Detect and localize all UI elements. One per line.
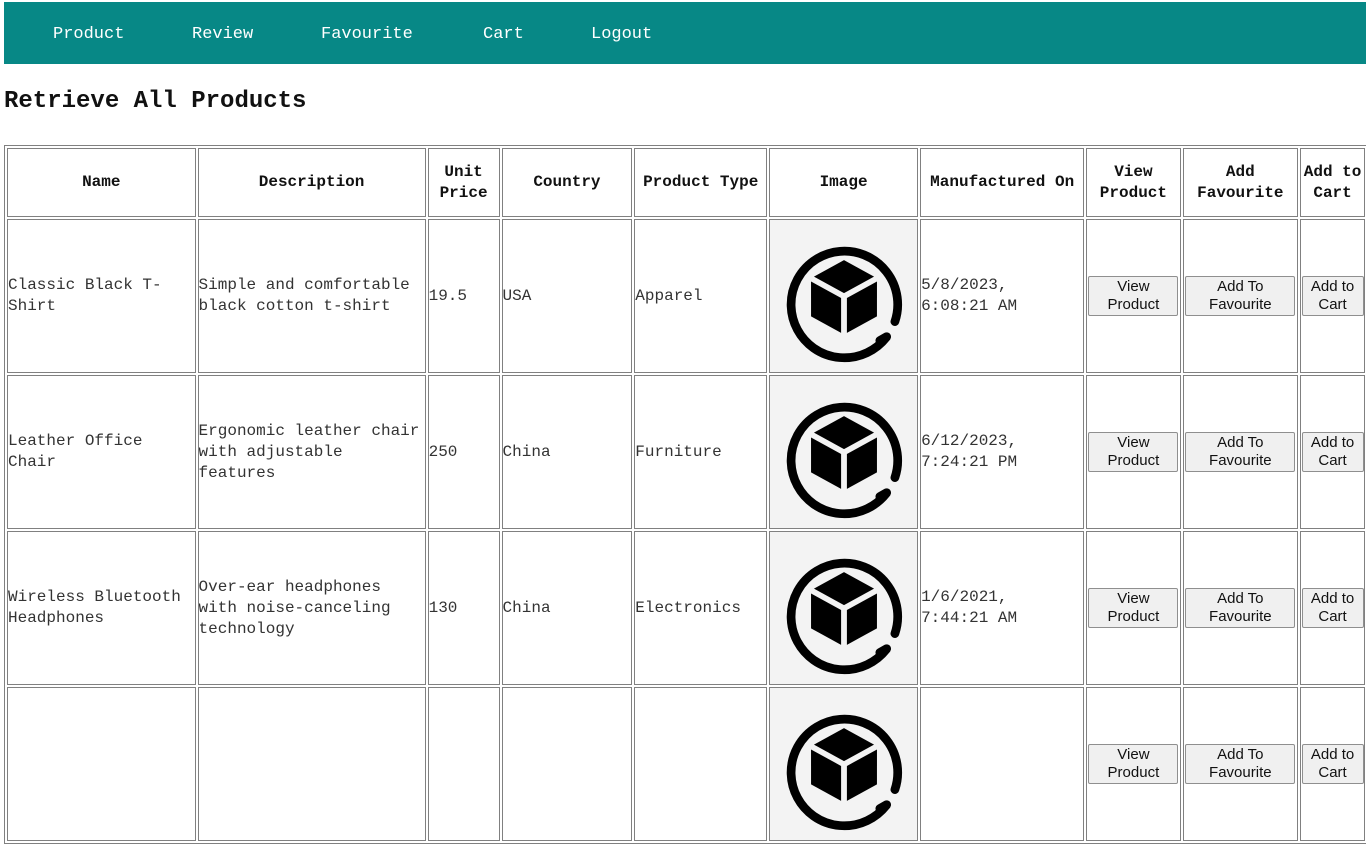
nav-item-favourite[interactable]: Favourite [321, 2, 413, 64]
box-icon [770, 535, 917, 681]
header-manufactured-on: Manufactured On [920, 148, 1085, 217]
cell-country: China [501, 375, 633, 529]
header-add-to-cart: Add to Cart [1300, 148, 1365, 217]
cell-add-favourite: Add To Favourite [1182, 375, 1299, 529]
header-product-type: Product Type [634, 148, 768, 217]
cell-description: Simple and comfortable black cotton t-sh… [197, 219, 426, 373]
cell-add-favourite: Add To Favourite [1182, 687, 1299, 841]
add-to-cart-button[interactable]: Add to Cart [1301, 744, 1364, 784]
cell-manufactured-on: 1/6/2021, 7:44:21 AM [920, 531, 1085, 685]
header-add-favourite: Add Favourite [1182, 148, 1299, 217]
add-to-cart-button[interactable]: Add to Cart [1301, 588, 1364, 628]
cell-manufactured-on: 5/8/2023, 6:08:21 AM [920, 219, 1085, 373]
cell-view-product: View Product [1086, 375, 1181, 529]
header-unit-price: Unit Price [427, 148, 500, 217]
table-row: Wireless Bluetooth Headphones Over-ear he… [7, 531, 1365, 685]
header-description: Description [197, 148, 426, 217]
header-image: Image [769, 148, 919, 217]
add-favourite-button[interactable]: Add To Favourite [1185, 276, 1296, 316]
cell-description: Over-ear headphones with noise-canceling… [197, 531, 426, 685]
cell-unit-price: 250 [427, 375, 500, 529]
cell-country: China [501, 531, 633, 685]
cell-country: USA [501, 219, 633, 373]
cell-description [197, 687, 426, 841]
add-favourite-button[interactable]: Add To Favourite [1185, 432, 1296, 472]
nav-item-cart[interactable]: Cart [483, 2, 524, 64]
cell-view-product: View Product [1086, 219, 1181, 373]
cell-product-type: Apparel [634, 219, 768, 373]
nav-item-review[interactable]: Review [192, 2, 253, 64]
header-name: Name [7, 148, 196, 217]
cell-name: Classic Black T-Shirt [7, 219, 196, 373]
cell-name: Leather Office Chair [7, 375, 196, 529]
cell-name [7, 687, 196, 841]
cell-product-type [634, 687, 768, 841]
nav-item-logout[interactable]: Logout [591, 2, 652, 64]
cell-product-type: Furniture [634, 375, 768, 529]
box-icon [770, 691, 917, 837]
top-navbar: Product Review Favourite Cart Logout [4, 2, 1366, 64]
box-icon [770, 379, 917, 525]
add-favourite-button[interactable]: Add To Favourite [1185, 744, 1296, 784]
cell-name: Wireless Bluetooth Headphones [7, 531, 196, 685]
table-row: View Product Add To Favourite Add to Cart [7, 687, 1365, 841]
view-product-button[interactable]: View Product [1088, 432, 1179, 472]
cell-view-product: View Product [1086, 687, 1181, 841]
cell-image [769, 219, 919, 373]
cell-description: Ergonomic leather chair with adjustable … [197, 375, 426, 529]
cell-add-to-cart: Add to Cart [1300, 375, 1365, 529]
table-row: Classic Black T-Shirt Simple and comforta… [7, 219, 1365, 373]
view-product-button[interactable]: View Product [1088, 744, 1179, 784]
cell-product-type: Electronics [634, 531, 768, 685]
header-country: Country [501, 148, 633, 217]
cell-add-to-cart: Add to Cart [1300, 687, 1365, 841]
table-row: Leather Office Chair Ergonomic leather ch… [7, 375, 1365, 529]
cell-add-favourite: Add To Favourite [1182, 219, 1299, 373]
add-favourite-button[interactable]: Add To Favourite [1185, 588, 1296, 628]
nav-item-product[interactable]: Product [53, 2, 124, 64]
cell-manufactured-on: 6/12/2023, 7:24:21 PM [920, 375, 1085, 529]
cell-unit-price: 19.5 [427, 219, 500, 373]
cell-add-favourite: Add To Favourite [1182, 531, 1299, 685]
view-product-button[interactable]: View Product [1088, 276, 1179, 316]
box-icon [770, 223, 917, 369]
cell-image [769, 687, 919, 841]
page-title: Retrieve All Products [4, 88, 307, 115]
cell-add-to-cart: Add to Cart [1300, 531, 1365, 685]
table-body: Classic Black T-Shirt Simple and comforta… [7, 219, 1365, 841]
products-table: Name Description Unit Price Country Prod… [4, 145, 1366, 844]
cell-unit-price: 130 [427, 531, 500, 685]
cell-image [769, 375, 919, 529]
add-to-cart-button[interactable]: Add to Cart [1301, 432, 1364, 472]
add-to-cart-button[interactable]: Add to Cart [1301, 276, 1364, 316]
view-product-button[interactable]: View Product [1088, 588, 1179, 628]
cell-image [769, 531, 919, 685]
cell-add-to-cart: Add to Cart [1300, 219, 1365, 373]
table-header-row: Name Description Unit Price Country Prod… [7, 148, 1365, 217]
cell-manufactured-on [920, 687, 1085, 841]
cell-unit-price [427, 687, 500, 841]
header-view-product: View Product [1086, 148, 1181, 217]
cell-country [501, 687, 633, 841]
cell-view-product: View Product [1086, 531, 1181, 685]
